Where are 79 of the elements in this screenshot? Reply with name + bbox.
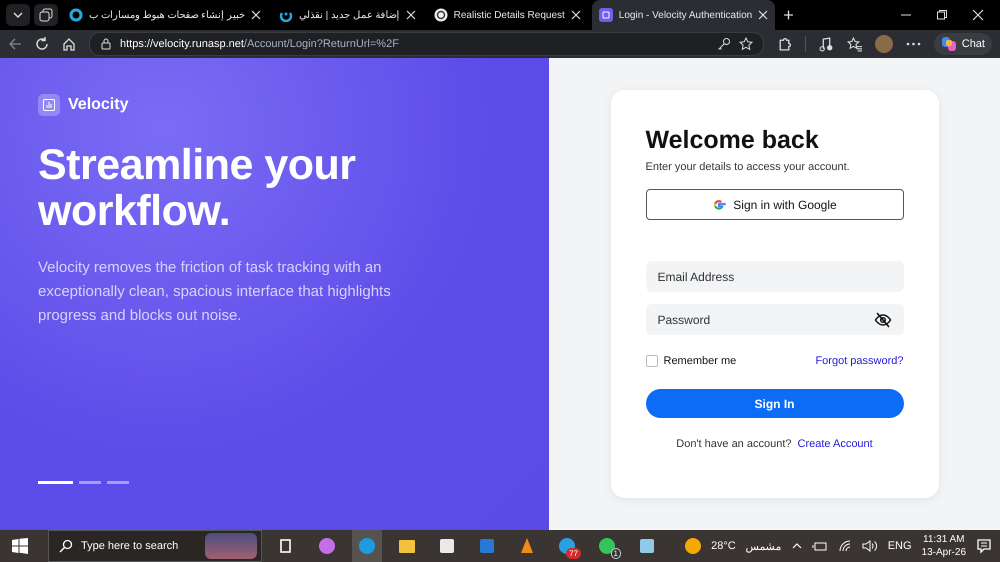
puzzle-icon[interactable] (776, 36, 792, 52)
new-tab-button[interactable]: + (779, 4, 798, 26)
music-note-icon[interactable] (818, 36, 834, 52)
password-field[interactable]: Password (646, 304, 904, 335)
tab-title: إضافة عمل جديد | نقذلي (298, 9, 400, 21)
close-icon[interactable] (972, 9, 984, 21)
close-icon[interactable] (570, 10, 581, 20)
forgot-password-link[interactable]: Forgot password? (815, 355, 904, 367)
browser-tab[interactable]: إضافة عمل جديد | نقذلي (272, 0, 423, 30)
copilot-icon (317, 536, 337, 556)
login-title: Welcome back (646, 126, 820, 155)
address-bar[interactable]: https://velocity.runasp.net/Account/Login?ReturnUrl=%2F (89, 32, 764, 56)
browser-tab[interactable]: خبير إنشاء صفحات هبوط ومسارات ب (62, 0, 268, 30)
lock-icon (100, 38, 112, 50)
star-icon[interactable] (738, 37, 753, 51)
app-icon (598, 8, 613, 22)
eye-slash-icon[interactable] (874, 311, 892, 329)
windows-start-icon[interactable] (12, 538, 28, 554)
profile-avatar[interactable] (874, 35, 893, 53)
brand-name: Velocity (68, 96, 128, 114)
ring-icon (69, 8, 83, 22)
url-text: https://velocity.runasp.net/Account/Login?ReturnUrl=%2F (120, 38, 399, 50)
notification-badge: 1 (610, 548, 621, 559)
notepad-icon (637, 536, 657, 556)
more-icon[interactable] (906, 42, 921, 46)
telegram-taskbar-button[interactable]: 77 (552, 530, 582, 562)
close-icon[interactable] (250, 10, 261, 20)
workspaces-button[interactable] (34, 4, 58, 26)
key-icon[interactable] (716, 37, 731, 51)
store-icon (437, 536, 457, 556)
tab-list-button[interactable] (6, 4, 30, 26)
back-icon[interactable] (8, 37, 22, 51)
browser-tab[interactable]: Login - Velocity Authentication (592, 0, 776, 30)
login-subtitle: Enter your details to access your account. (646, 161, 851, 173)
weather-label: مشمس (746, 540, 782, 552)
google-sign-in-button[interactable]: Sign in with Google (646, 189, 904, 220)
close-icon[interactable] (758, 10, 768, 20)
language-indicator[interactable]: ENG (888, 540, 912, 552)
edge-taskbar-button[interactable] (352, 530, 382, 562)
maximize-icon[interactable] (936, 9, 948, 21)
chart-logo-icon (38, 94, 60, 116)
browser-tab[interactable]: Realistic Details Request (426, 0, 588, 30)
tab-title: خبير إنشاء صفحات هبوط ومسارات ب (89, 9, 245, 21)
signup-prompt: Don't have an account? (676, 438, 792, 450)
taskbar-search-field[interactable]: Type here to search (48, 530, 262, 562)
wifi-icon[interactable] (838, 540, 852, 552)
sun-icon (685, 538, 702, 554)
home-icon[interactable] (62, 37, 76, 51)
notification-badge: 77 (566, 548, 581, 559)
clock-date[interactable]: 13-Apr-26 (922, 546, 966, 559)
search-highlight-picture (205, 533, 257, 559)
battery-icon[interactable] (812, 540, 828, 552)
hero-headline: Streamline your workflow. (38, 142, 356, 234)
speaker-icon[interactable] (862, 540, 878, 552)
chevron-up-icon[interactable] (792, 541, 802, 551)
email-field[interactable]: Email Address (646, 261, 904, 292)
mail-icon (477, 536, 497, 556)
notifications-icon[interactable] (976, 538, 992, 554)
knot-icon (434, 8, 448, 22)
favorites-icon[interactable] (846, 36, 862, 52)
close-icon[interactable] (406, 10, 416, 20)
whatsapp-taskbar-button[interactable]: 1 (592, 530, 622, 562)
chat-button[interactable]: Chat (934, 33, 992, 55)
create-account-link[interactable]: Create Account (798, 438, 873, 450)
search-icon (59, 539, 73, 553)
copilot-icon (940, 36, 957, 52)
hero-description: Velocity removes the friction of task tracking with an exceptionally clean, spacious interface that highlights progress and blocks out noise. (38, 258, 392, 326)
clock-time[interactable]: 11:31 AM (923, 533, 965, 546)
stacked-squares-icon (39, 8, 53, 22)
temperature: 28°C (711, 540, 736, 552)
tab-title: Login - Velocity Authentication (618, 10, 752, 20)
sign-in-button[interactable]: Sign In (646, 389, 904, 418)
tab-title: Realistic Details Request (454, 10, 565, 20)
remember-checkbox[interactable] (646, 355, 658, 367)
refresh-icon[interactable] (35, 37, 49, 51)
remember-label: Remember me (664, 355, 736, 367)
whatsapp-icon (597, 536, 617, 556)
edge-icon (357, 536, 377, 556)
google-g-icon (712, 198, 726, 212)
